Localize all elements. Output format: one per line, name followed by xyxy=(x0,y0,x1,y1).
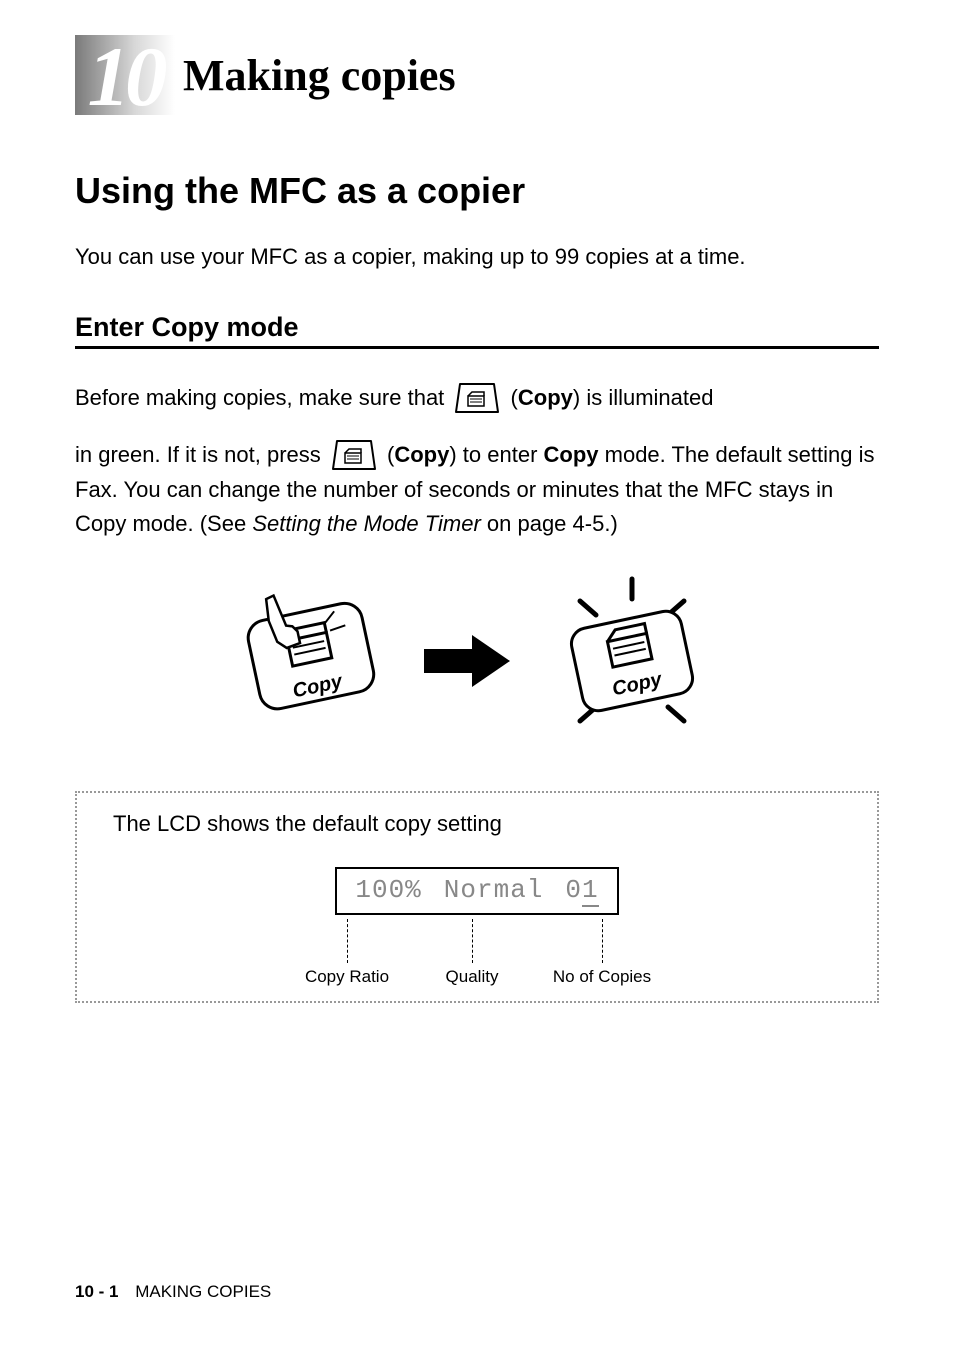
page-footer: 10 - 1 MAKING COPIES xyxy=(75,1282,271,1302)
intro-paragraph: You can use your MFC as a copier, making… xyxy=(75,242,879,272)
cross-reference: Setting the Mode Timer xyxy=(252,511,480,536)
press-copy-button-illustration: Copy xyxy=(232,581,392,746)
text: Before making copies, make sure that xyxy=(75,385,450,410)
lcd-copies-first-digit: 0 xyxy=(565,875,582,905)
chapter-title: Making copies xyxy=(183,50,456,101)
text: in green. If it is not, press xyxy=(75,442,327,467)
callout-ratio: Copy Ratio xyxy=(302,919,392,987)
text: ) is illuminated xyxy=(573,385,714,410)
subsection-heading: Enter Copy mode xyxy=(75,312,879,343)
callout-copies: No of Copies xyxy=(552,919,652,987)
copy-key-icon xyxy=(331,439,377,473)
lcd-callouts: Copy Ratio Quality No of Copies xyxy=(302,919,652,987)
lcd-ratio-value: 100% xyxy=(355,875,421,907)
lcd-quality-value: Normal xyxy=(444,875,544,907)
copy-key-icon xyxy=(454,382,500,416)
callout-copies-label: No of Copies xyxy=(553,967,651,987)
text: ( xyxy=(511,385,518,410)
lcd-copies-value: 01 xyxy=(565,875,598,907)
subsection-rule xyxy=(75,346,879,349)
leader-line xyxy=(347,919,348,963)
lcd-explainer-box: The LCD shows the default copy setting 1… xyxy=(75,791,879,1003)
body-paragraph-2: in green. If it is not, press (Copy) to … xyxy=(75,438,879,541)
chapter-number: 10 xyxy=(88,35,163,120)
callout-ratio-label: Copy Ratio xyxy=(305,967,389,987)
page-number: 10 - 1 xyxy=(75,1282,118,1301)
leader-line xyxy=(472,919,473,963)
lcd-display: 100% Normal 01 xyxy=(335,867,618,915)
text: ) to enter xyxy=(449,442,543,467)
illuminated-copy-button-illustration: Copy xyxy=(542,571,722,756)
illustration-row: Copy xyxy=(75,571,879,756)
callout-quality: Quality xyxy=(432,919,512,987)
text: on page 4-5.) xyxy=(481,511,618,536)
arrow-right-icon xyxy=(422,631,512,696)
body-paragraph-1: Before making copies, make sure that (Co… xyxy=(75,381,879,416)
chapter-number-badge: 10 xyxy=(75,35,175,115)
running-header: MAKING COPIES xyxy=(135,1282,271,1301)
leader-line xyxy=(602,919,603,963)
copy-mode-label: Copy xyxy=(544,442,599,467)
callout-quality-label: Quality xyxy=(446,967,499,987)
chapter-header: 10 Making copies xyxy=(75,35,879,115)
lcd-box-heading: The LCD shows the default copy setting xyxy=(113,811,853,837)
copy-label: Copy xyxy=(518,385,573,410)
section-heading: Using the MFC as a copier xyxy=(75,170,879,212)
lcd-copies-last-digit: 1 xyxy=(582,875,599,907)
copy-label: Copy xyxy=(394,442,449,467)
